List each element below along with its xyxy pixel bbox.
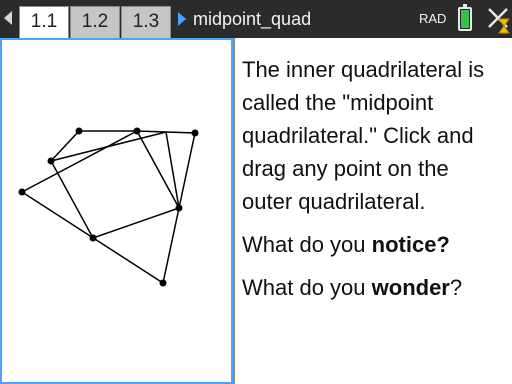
question-emphasis: wonder bbox=[371, 275, 450, 300]
geometry-pane[interactable] bbox=[0, 38, 233, 384]
tab-1-1[interactable]: 1.1 bbox=[19, 6, 69, 40]
tab-label: 1.3 bbox=[132, 11, 160, 32]
battery-level bbox=[461, 10, 469, 28]
angle-mode-indicator: RAD bbox=[419, 11, 447, 26]
vertex-point[interactable] bbox=[18, 188, 26, 196]
midpoint-quadrilateral bbox=[49, 131, 180, 239]
midpoint bbox=[89, 234, 97, 242]
tab-label: 1.1 bbox=[30, 11, 58, 32]
battery-icon bbox=[458, 4, 472, 31]
tab-1-3[interactable]: 1.3 bbox=[121, 6, 171, 38]
midpoint bbox=[47, 157, 55, 165]
tab-label: 1.2 bbox=[81, 11, 109, 32]
document-name[interactable]: midpoint_quad bbox=[193, 7, 311, 31]
notes-text[interactable]: The inner quadrilateral is called the "m… bbox=[242, 53, 504, 304]
vertex-point[interactable] bbox=[191, 129, 199, 137]
question-emphasis: notice? bbox=[371, 232, 450, 257]
question-suffix: ? bbox=[449, 275, 463, 300]
triangle-left-icon[interactable] bbox=[4, 11, 12, 25]
vertex-point[interactable] bbox=[75, 127, 83, 135]
triangle-right-icon[interactable] bbox=[178, 12, 186, 26]
question-notice: What do you notice? bbox=[242, 228, 504, 261]
left-segment bbox=[50, 130, 80, 162]
midpoint bbox=[175, 204, 183, 212]
tab-1-2[interactable]: 1.2 bbox=[70, 6, 120, 38]
vertex-point[interactable] bbox=[133, 127, 141, 135]
notes-pane[interactable]: The inner quadrilateral is called the "m… bbox=[235, 38, 512, 384]
question-text: What do you bbox=[242, 275, 372, 300]
title-bar: 1.1 1.2 1.3 midpoint_quad RAD bbox=[0, 0, 512, 40]
geometry-canvas[interactable] bbox=[2, 40, 231, 382]
hourglass-icon bbox=[498, 18, 510, 34]
instructions-paragraph: The inner quadrilateral is called the "m… bbox=[242, 57, 485, 214]
question-text: What do you bbox=[242, 232, 372, 257]
question-wonder: What do you wonder? bbox=[242, 271, 504, 304]
vertex-point[interactable] bbox=[159, 279, 167, 287]
